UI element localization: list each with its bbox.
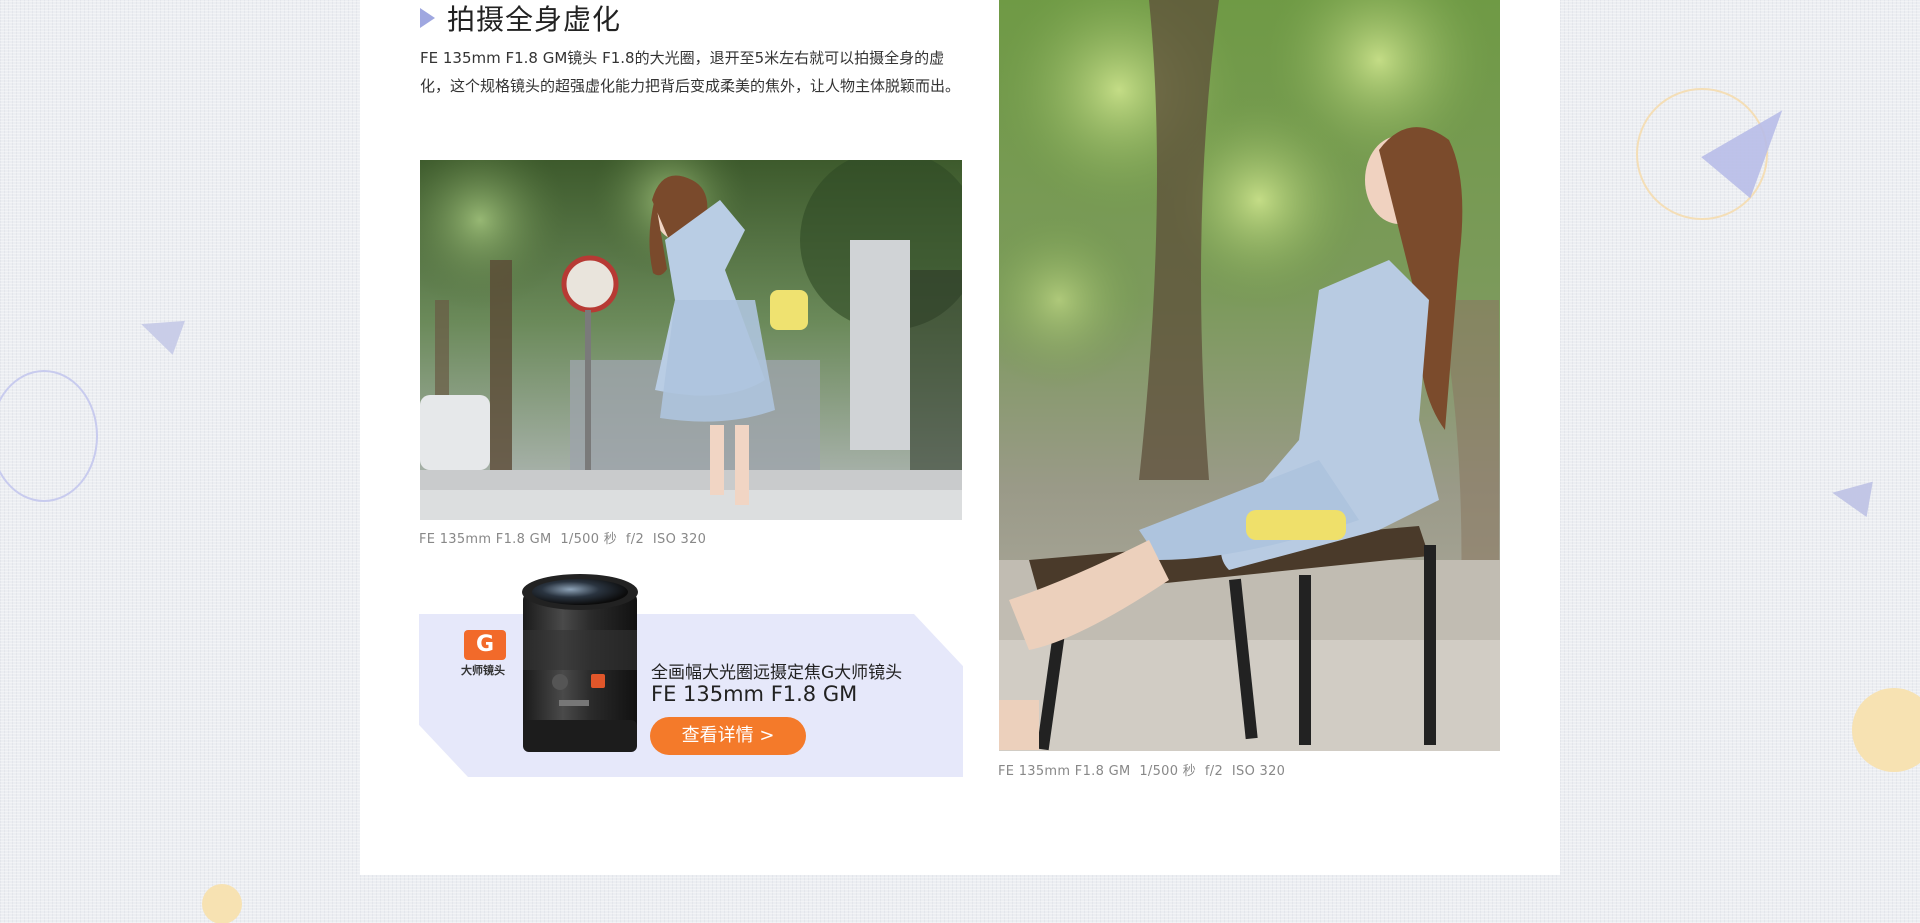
decorative-dot-bottom	[202, 884, 242, 923]
photo-caption: FE 135mm F1.8 GM 1/500 秒 f/2 ISO 320	[998, 764, 1286, 779]
sample-photo-sitting	[999, 0, 1500, 751]
decorative-triangle-left	[135, 307, 185, 355]
lens-promo-banner: G 大师镜头 全画幅大光圈远摄定焦G大师镜头 FE 135mm F1.8 GM …	[419, 574, 963, 777]
section-title: 拍摄全身虚化	[447, 3, 622, 36]
g-master-logo: G	[464, 630, 506, 660]
view-details-button[interactable]: 查看详情 >	[650, 717, 806, 755]
g-master-label: 大师镜头	[461, 664, 505, 677]
play-arrow-icon	[420, 8, 435, 28]
section-description: FE 135mm F1.8 GM镜头 F1.8的大光圈，退开至5米左右就可以拍摄…	[420, 49, 961, 95]
decorative-circle-left	[0, 370, 98, 502]
promo-subtitle: 全画幅大光圈远摄定焦G大师镜头	[651, 663, 903, 683]
photo-caption: FE 135mm F1.8 GM 1/500 秒 f/2 ISO 320	[419, 532, 707, 547]
decorative-dot-right	[1852, 688, 1920, 772]
decorative-triangle-right-small	[1829, 474, 1873, 518]
promo-title: FE 135mm F1.8 GM	[651, 682, 858, 706]
content-card: 拍摄全身虚化 FE 135mm F1.8 GM镜头 F1.8的大光圈，退开至5米…	[360, 0, 1560, 875]
lens-product-image	[515, 570, 645, 760]
section-heading: 拍摄全身虚化	[420, 0, 621, 38]
sample-photo-standing	[420, 160, 962, 520]
